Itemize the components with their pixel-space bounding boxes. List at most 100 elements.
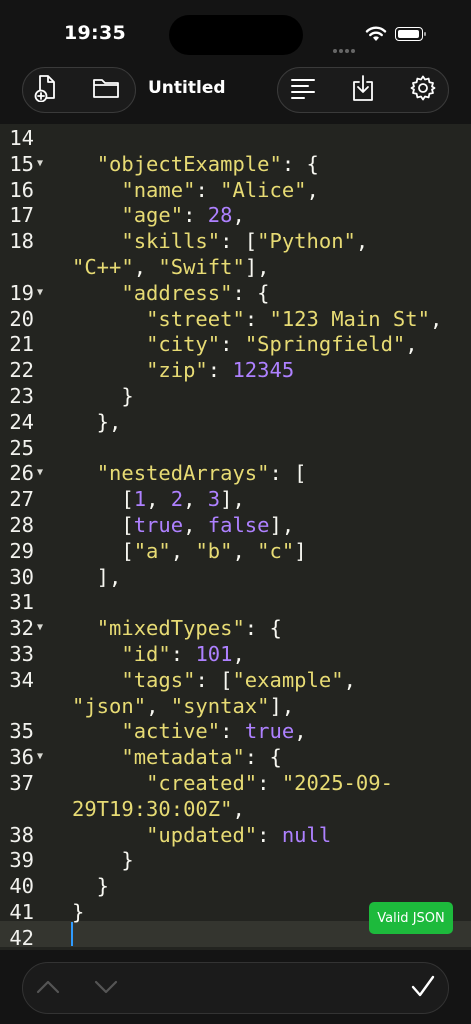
code-line[interactable]: 38 "updated": null xyxy=(0,822,471,848)
line-code: } xyxy=(72,383,133,409)
string-token: "Swift" xyxy=(158,255,245,279)
line-code: "updated": null xyxy=(72,822,331,848)
code-line[interactable]: 24 }, xyxy=(0,409,471,435)
code-line[interactable]: 25 xyxy=(0,435,471,461)
code-line[interactable]: 22 "zip": 12345 xyxy=(0,357,471,383)
open-folder-button[interactable] xyxy=(83,68,129,112)
code-line[interactable]: 36 ▼ "metadata": { xyxy=(0,744,471,770)
code-line[interactable]: 28 [true, false], xyxy=(0,512,471,538)
done-button[interactable] xyxy=(403,964,443,1012)
status-time: 19:35 xyxy=(64,22,126,44)
download-icon xyxy=(351,74,375,106)
line-code: "active": true, xyxy=(72,718,306,744)
code-line[interactable]: 39 } xyxy=(0,847,471,873)
previous-button[interactable] xyxy=(28,964,68,1012)
line-code: [1, 2, 3], xyxy=(72,486,245,512)
line-code: "metadata": { xyxy=(72,744,282,770)
punctuation-token: ], xyxy=(269,693,295,718)
next-button[interactable] xyxy=(86,964,126,1012)
literal-token: true xyxy=(133,513,184,537)
punctuation-token: ], xyxy=(269,513,295,537)
code-line[interactable]: 17 "age": 28, xyxy=(0,202,471,228)
punctuation-token xyxy=(72,332,146,356)
code-line[interactable]: 18 "skills": ["Python", xyxy=(0,228,471,254)
settings-button[interactable] xyxy=(400,68,446,112)
text-cursor xyxy=(71,922,73,946)
fold-toggle-icon[interactable]: ▼ xyxy=(37,744,43,770)
wifi-icon xyxy=(365,25,387,46)
punctuation-token: : { xyxy=(281,151,319,176)
line-code: "mixedTypes": { xyxy=(72,615,282,641)
fold-toggle-icon[interactable]: ▼ xyxy=(37,151,43,177)
document-title[interactable]: Untitled xyxy=(148,78,226,98)
fold-toggle-icon[interactable]: ▼ xyxy=(37,280,43,306)
punctuation-token: , xyxy=(170,538,196,563)
line-number: 17 xyxy=(9,203,34,228)
punctuation-token xyxy=(72,668,121,692)
line-code: ], xyxy=(72,564,122,590)
line-number: 40 xyxy=(9,874,34,899)
line-code: "json", "syntax"], xyxy=(72,693,294,719)
line-code: ["a", "b", "c"] xyxy=(72,538,306,564)
punctuation-token: : xyxy=(220,332,245,357)
literal-token: 1 xyxy=(133,487,147,512)
editor-actions-group xyxy=(277,67,449,113)
line-number: 25 xyxy=(9,435,34,460)
file-actions-group xyxy=(22,67,136,113)
line-number: 18 xyxy=(9,229,34,254)
code-line[interactable]: 19 ▼ "address": { xyxy=(0,280,471,306)
format-button[interactable] xyxy=(280,68,326,112)
code-line[interactable]: 30 ], xyxy=(0,564,471,590)
punctuation-token: : { xyxy=(244,616,282,641)
code-line[interactable]: 16 "name": "Alice", xyxy=(0,177,471,203)
literal-token: false xyxy=(207,513,270,537)
code-line[interactable]: 33 "id": 101, xyxy=(0,641,471,667)
code-line[interactable]: 34 "tags": ["example", xyxy=(0,667,471,693)
code-line[interactable]: 23 } xyxy=(0,383,471,409)
code-line[interactable]: "C++", "Swift"], xyxy=(0,254,471,280)
line-number: 16 xyxy=(9,177,34,202)
validation-badge: Valid JSON xyxy=(369,902,453,934)
punctuation-token: ], xyxy=(220,487,245,512)
string-token: "a" xyxy=(133,538,171,563)
punctuation-token: } xyxy=(72,874,110,899)
punctuation-token: , xyxy=(306,177,319,202)
battery-icon xyxy=(395,27,426,41)
fold-toggle-icon[interactable]: ▼ xyxy=(37,460,43,486)
code-line[interactable]: 40 } xyxy=(0,873,471,899)
punctuation-token xyxy=(72,281,121,305)
code-line[interactable]: 20 "street": "123 Main St", xyxy=(0,306,471,332)
line-number: 41 xyxy=(9,900,34,924)
string-token: "nestedArrays" xyxy=(96,461,270,486)
line-code: "objectExample": { xyxy=(72,151,319,177)
punctuation-token: : xyxy=(195,177,221,202)
punctuation-token: : [ xyxy=(195,667,233,692)
string-token: "tags" xyxy=(121,667,196,692)
code-line[interactable]: 26 ▼ "nestedArrays": [ xyxy=(0,460,471,486)
code-line[interactable]: 37 "created": "2025-09- xyxy=(0,770,471,796)
punctuation-token: : { xyxy=(244,745,282,770)
new-file-button[interactable] xyxy=(23,68,69,112)
punctuation-token: ], xyxy=(244,255,270,279)
code-line[interactable]: 21 "city": "Springfield", xyxy=(0,331,471,357)
code-line[interactable]: "json", "syntax"], xyxy=(0,693,471,719)
line-code: } xyxy=(72,847,133,873)
punctuation-token: , xyxy=(405,332,418,357)
code-line[interactable]: 15 ▼ "objectExample": { xyxy=(0,151,471,177)
code-line[interactable]: 27 [1, 2, 3], xyxy=(0,486,471,512)
code-line[interactable]: 14 xyxy=(0,125,471,151)
status-bar: 19:35 xyxy=(0,0,471,64)
line-number: 21 xyxy=(9,332,34,357)
code-line[interactable]: 29 ["a", "b", "c"] xyxy=(0,538,471,564)
fold-toggle-icon[interactable]: ▼ xyxy=(37,615,43,641)
code-line[interactable]: 31 xyxy=(0,589,471,615)
code-line[interactable]: 29T19:30:00Z", xyxy=(0,796,471,822)
code-line[interactable]: 35 "active": true, xyxy=(0,718,471,744)
string-token: "skills" xyxy=(121,229,221,254)
code-line[interactable]: 32 ▼ "mixedTypes": { xyxy=(0,615,471,641)
code-editor[interactable]: 14 15 ▼ "objectExample": {16 "name": "Alic… xyxy=(0,124,471,950)
line-number: 26 xyxy=(9,461,34,486)
save-button[interactable] xyxy=(340,68,386,112)
punctuation-token: , xyxy=(183,513,208,537)
punctuation-token: , xyxy=(232,203,245,228)
